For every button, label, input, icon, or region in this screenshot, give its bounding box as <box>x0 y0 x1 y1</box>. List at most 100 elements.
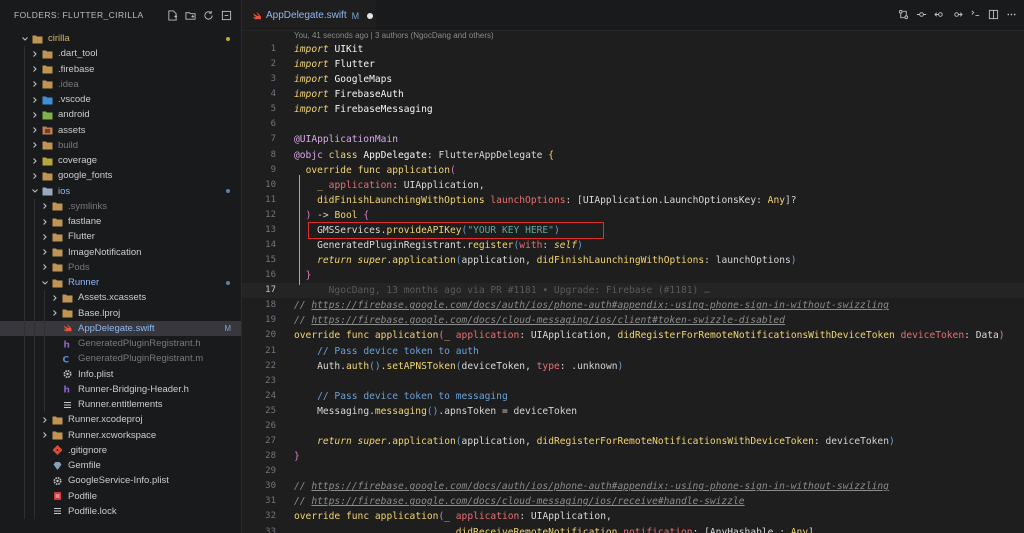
tree-file-runner-bridging-header-h[interactable]: h Runner-Bridging-Header.h <box>0 381 241 397</box>
tree-folder-vscode[interactable]: .vscode <box>0 92 241 108</box>
tree-folder-imagenotification[interactable]: ImageNotification <box>0 244 241 260</box>
tree-folder-firebase[interactable]: .firebase <box>0 61 241 77</box>
code-line[interactable]: 17 NgocDang, 13 months ago via PR #1181 … <box>242 283 1024 299</box>
code-line[interactable]: 16 } <box>242 268 1024 283</box>
tree-file-generatedpluginregistrant-h[interactable]: h GeneratedPluginRegistrant.h <box>0 336 241 352</box>
code-line[interactable]: 14 GeneratedPluginRegistrant.register(wi… <box>242 238 1024 253</box>
chevron-down-icon[interactable] <box>30 187 39 196</box>
chevron-right-icon[interactable] <box>30 49 39 58</box>
code-line[interactable]: 10 _ application: UIApplication, <box>242 178 1024 193</box>
tree-folder-runner-xcodeproj[interactable]: Runner.xcodeproj <box>0 412 241 428</box>
tree-file-gemfile[interactable]: Gemfile <box>0 458 241 474</box>
compare-icon[interactable] <box>897 8 910 21</box>
code-line[interactable]: 26 <box>242 419 1024 434</box>
code-line[interactable]: 32 override func application(_ applicatio… <box>242 509 1024 524</box>
code-line[interactable]: 27 return super.application(application,… <box>242 434 1024 449</box>
code-line[interactable]: 6 <box>242 117 1024 132</box>
new-file-icon[interactable] <box>166 9 179 22</box>
code-line[interactable]: 9 override func application( <box>242 163 1024 178</box>
code-line[interactable]: 7 @UIApplicationMain <box>242 132 1024 147</box>
tree-file-generatedpluginregistrant-m[interactable]: C GeneratedPluginRegistrant.m <box>0 351 241 367</box>
tree-folder-runner-xcworkspace[interactable]: Runner.xcworkspace <box>0 427 241 443</box>
tree-file-podfile-lock[interactable]: Podfile.lock <box>0 503 241 519</box>
chevron-right-icon[interactable] <box>30 95 39 104</box>
tree-folder-coverage[interactable]: coverage <box>0 153 241 169</box>
chevron-right-icon[interactable] <box>30 110 39 119</box>
chevron-right-icon[interactable] <box>40 248 49 257</box>
chevron-right-icon[interactable] <box>40 263 49 272</box>
tree-file-appdelegate-swift[interactable]: AppDelegate.swift M <box>0 320 241 336</box>
chevron-right-icon[interactable] <box>30 80 39 89</box>
chevron-down-icon[interactable] <box>40 278 49 287</box>
code-line[interactable]: 12 ) -> Bool { <box>242 208 1024 223</box>
tree-folder-runner[interactable]: Runner <box>0 275 241 291</box>
new-folder-icon[interactable] <box>184 9 197 22</box>
code-line[interactable]: 22 Auth.auth().setAPNSToken(deviceToken,… <box>242 359 1024 374</box>
code-line[interactable]: 25 Messaging.messaging().apnsToken = dev… <box>242 404 1024 419</box>
git-commit-icon[interactable] <box>915 8 928 21</box>
code-line[interactable]: 20 override func application(_ applicatio… <box>242 328 1024 343</box>
code-line[interactable]: 24 // Pass device token to messaging <box>242 389 1024 404</box>
code-line[interactable]: 29 <box>242 464 1024 479</box>
chevron-right-icon[interactable] <box>30 156 39 165</box>
code-line[interactable]: 8 @objc class AppDelegate: FlutterAppDele… <box>242 148 1024 163</box>
code-line[interactable]: 30 // https://firebase.google.com/docs/au… <box>242 479 1024 494</box>
chevron-right-icon[interactable] <box>50 293 59 302</box>
tree-folder-base-lproj[interactable]: Base.lproj <box>0 305 241 321</box>
code-line[interactable]: 18 // https://firebase.google.com/docs/au… <box>242 298 1024 313</box>
tree-folder-assets-xcassets[interactable]: Assets.xcassets <box>0 290 241 306</box>
tree-file-googleservice-info-plist[interactable]: GoogleService-Info.plist <box>0 473 241 489</box>
tree-folder-idea[interactable]: .idea <box>0 76 241 92</box>
chevron-right-icon[interactable] <box>40 217 49 226</box>
tree-folder-android[interactable]: android <box>0 107 241 123</box>
tree-file-runner-entitlements[interactable]: Runner.entitlements <box>0 397 241 413</box>
tree-folder-cirilla[interactable]: cirilla <box>0 31 241 46</box>
tree-file-gitignore[interactable]: .gitignore <box>0 442 241 458</box>
collapse-all-icon[interactable] <box>220 9 233 22</box>
code-line[interactable]: 2 import Flutter <box>242 57 1024 72</box>
code-view[interactable]: 1 import UIKit 2 import Flutter 3 import Goog… <box>242 42 1024 533</box>
tree-file-podfile[interactable]: Podfile <box>0 488 241 504</box>
chevron-down-icon[interactable] <box>20 34 29 43</box>
chevron-right-icon[interactable] <box>40 415 49 424</box>
tree-folder-assets[interactable]: assets <box>0 122 241 138</box>
chevron-right-icon[interactable] <box>40 232 49 241</box>
code-line[interactable]: 31 // https://firebase.google.com/docs/cl… <box>242 494 1024 509</box>
code-line[interactable]: 21 // Pass device token to auth <box>242 344 1024 359</box>
chevron-right-icon[interactable] <box>30 141 39 150</box>
chevron-right-icon[interactable] <box>30 171 39 180</box>
tree-folder-symlinks[interactable]: .symlinks <box>0 198 241 214</box>
code-line[interactable]: 11 didFinishLaunchingWithOptions launchO… <box>242 193 1024 208</box>
unsaved-dot-icon[interactable] <box>367 12 374 19</box>
chevron-right-icon[interactable] <box>50 309 59 318</box>
code-line[interactable]: 33 didReceiveRemoteNotification notifica… <box>242 525 1024 533</box>
chevron-right-icon[interactable] <box>30 126 39 135</box>
code-line[interactable]: 23 <box>242 374 1024 389</box>
previous-change-icon[interactable] <box>933 8 946 21</box>
chevron-right-icon[interactable] <box>40 202 49 211</box>
chevron-right-icon[interactable] <box>30 65 39 74</box>
tab-appdelegate[interactable]: AppDelegate.swift M <box>242 0 376 30</box>
git-status-dot <box>226 189 230 194</box>
tree-folder-dart-tool[interactable]: .dart_tool <box>0 46 241 62</box>
code-line[interactable]: 19 // https://firebase.google.com/docs/cl… <box>242 313 1024 328</box>
tree-folder-build[interactable]: build <box>0 137 241 153</box>
chevron-right-icon[interactable] <box>40 431 49 440</box>
tree-folder-fastlane[interactable]: fastlane <box>0 214 241 230</box>
code-line[interactable]: 4 import FirebaseAuth <box>242 87 1024 102</box>
split-editor-icon[interactable] <box>987 8 1000 21</box>
more-actions-icon[interactable] <box>1005 8 1018 21</box>
code-line[interactable]: 3 import GoogleMaps <box>242 72 1024 87</box>
code-line[interactable]: 5 import FirebaseMessaging <box>242 102 1024 117</box>
tree-folder-pods[interactable]: Pods <box>0 259 241 275</box>
code-line[interactable]: 15 return super.application(application,… <box>242 253 1024 268</box>
tree-file-info-plist[interactable]: Info.plist <box>0 366 241 382</box>
tree-folder-google-fonts[interactable]: google_fonts <box>0 168 241 184</box>
tree-folder-flutter[interactable]: Flutter <box>0 229 241 245</box>
open-changes-icon[interactable] <box>969 8 982 21</box>
code-line[interactable]: 28} <box>242 449 1024 464</box>
refresh-icon[interactable] <box>202 9 215 22</box>
next-change-icon[interactable] <box>951 8 964 21</box>
tree-folder-ios[interactable]: ios <box>0 183 241 199</box>
code-line[interactable]: 1 import UIKit <box>242 42 1024 57</box>
